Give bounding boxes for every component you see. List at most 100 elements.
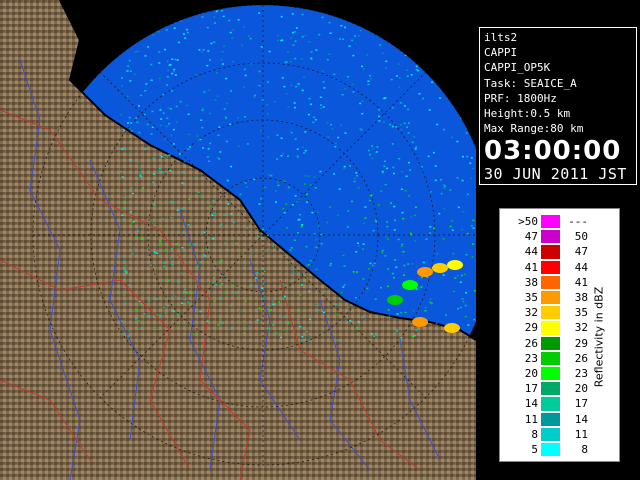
- echo-pixel: [268, 174, 270, 176]
- echo-pixel: [344, 132, 347, 134]
- echo-pixel: [163, 262, 166, 264]
- echo-pixel: [432, 151, 435, 154]
- echo-pixel: [244, 182, 247, 184]
- echo-pixel: [459, 306, 462, 309]
- echo-pixel: [301, 336, 304, 338]
- echo-pixel: [286, 323, 289, 325]
- echo-pixel: [187, 113, 190, 115]
- echo-pixel: [296, 148, 299, 150]
- echo-pixel: [209, 205, 212, 208]
- echo-pixel: [347, 306, 350, 308]
- echo-pixel: [348, 45, 351, 47]
- echo-pixel: [176, 59, 179, 61]
- echo-pixel: [181, 171, 184, 173]
- echo-pixel: [137, 319, 140, 322]
- echo-pixel: [143, 313, 146, 315]
- echo-pixel: [430, 302, 433, 305]
- echo-pixel: [340, 291, 343, 294]
- echo-pixel: [395, 126, 398, 128]
- echo-pixel: [456, 177, 459, 179]
- echo-pixel: [308, 97, 311, 100]
- echo-pixel: [243, 68, 246, 71]
- echo-pixel: [138, 131, 141, 134]
- echo-pixel: [384, 184, 387, 186]
- echo-pixel: [290, 84, 293, 87]
- echo-pixel: [213, 41, 216, 43]
- echo-pixel: [364, 206, 367, 208]
- echo-pixel: [304, 183, 306, 185]
- echo-pixel: [281, 77, 284, 79]
- echo-pixel: [465, 132, 468, 134]
- reflectivity-legend: >50 --- 47 50 44 47 41 44 38 41 35 38 32 35 29 32 26 29 23…: [499, 208, 620, 462]
- legend-low-value: 44: [524, 245, 538, 259]
- echo-pixel: [272, 303, 275, 305]
- echo-pixel: [276, 181, 279, 184]
- echo-pixel: [315, 49, 318, 51]
- echo-pixel: [322, 330, 325, 333]
- echo-pixel: [412, 310, 415, 312]
- echo-pixel: [443, 185, 446, 187]
- echo-pixel: [165, 250, 168, 252]
- echo-pixel: [184, 37, 187, 39]
- echo-pixel: [457, 307, 459, 310]
- echo-pixel: [213, 213, 216, 216]
- echo-pixel: [158, 77, 161, 80]
- echo-pixel: [313, 176, 316, 178]
- echo-pixel: [234, 242, 237, 245]
- echo-pixel: [304, 131, 307, 133]
- echo-pixel: [282, 283, 285, 286]
- echo-pixel: [406, 126, 408, 128]
- echo-pixel: [340, 25, 343, 27]
- echo-pixel: [202, 49, 205, 51]
- echo-pixel: [301, 224, 304, 226]
- echo-pixel: [290, 247, 293, 249]
- echo-pixel: [269, 309, 272, 311]
- echo-pixel: [395, 329, 398, 331]
- echo-pixel: [306, 193, 308, 196]
- echo-pixel: [294, 106, 296, 109]
- echo-pixel: [156, 298, 158, 300]
- echo-pixel: [176, 209, 179, 211]
- echo-pixel: [188, 198, 191, 200]
- legend-color-swatch: [541, 291, 560, 305]
- echo-pixel: [403, 264, 406, 267]
- echo-pixel: [266, 234, 269, 237]
- echo-pixel: [275, 332, 278, 334]
- echo-pixel: [452, 253, 455, 255]
- echo-pixel: [287, 321, 290, 323]
- echo-pixel: [358, 327, 361, 329]
- echo-pixel: [121, 332, 124, 335]
- echo-pixel: [420, 286, 423, 288]
- echo-pixel: [321, 16, 324, 19]
- echo-pixel: [250, 284, 253, 286]
- echo-pixel: [162, 93, 165, 96]
- legend-high-value: 35: [574, 306, 588, 320]
- echo-pixel: [130, 122, 133, 124]
- echo-pixel: [470, 177, 473, 180]
- echo-pixel: [206, 64, 209, 67]
- echo-pixel: [470, 157, 473, 159]
- echo-pixel: [256, 272, 259, 274]
- echo-pixel: [180, 20, 183, 22]
- echo-pixel: [380, 190, 383, 192]
- echo-pixel: [276, 134, 279, 136]
- echo-pixel: [121, 85, 124, 87]
- echo-pixel: [164, 138, 167, 141]
- echo-pixel: [144, 148, 147, 150]
- echo-pixel: [287, 155, 289, 157]
- echo-pixel: [185, 291, 188, 293]
- echo-pixel: [416, 69, 419, 72]
- echo-pixel: [136, 50, 139, 52]
- echo-pixel: [161, 279, 163, 281]
- echo-pixel: [168, 123, 170, 125]
- legend-row: 8 11: [500, 427, 621, 442]
- echo-pixel: [464, 304, 467, 307]
- echo-pixel: [393, 229, 396, 231]
- echo-pixel: [196, 266, 199, 268]
- echo-pixel: [263, 270, 266, 273]
- echo-pixel: [244, 116, 247, 118]
- echo-pixel: [127, 335, 130, 337]
- echo-pixel: [329, 262, 332, 265]
- echo-pixel: [215, 12, 218, 14]
- legend-low-value: 26: [524, 336, 538, 350]
